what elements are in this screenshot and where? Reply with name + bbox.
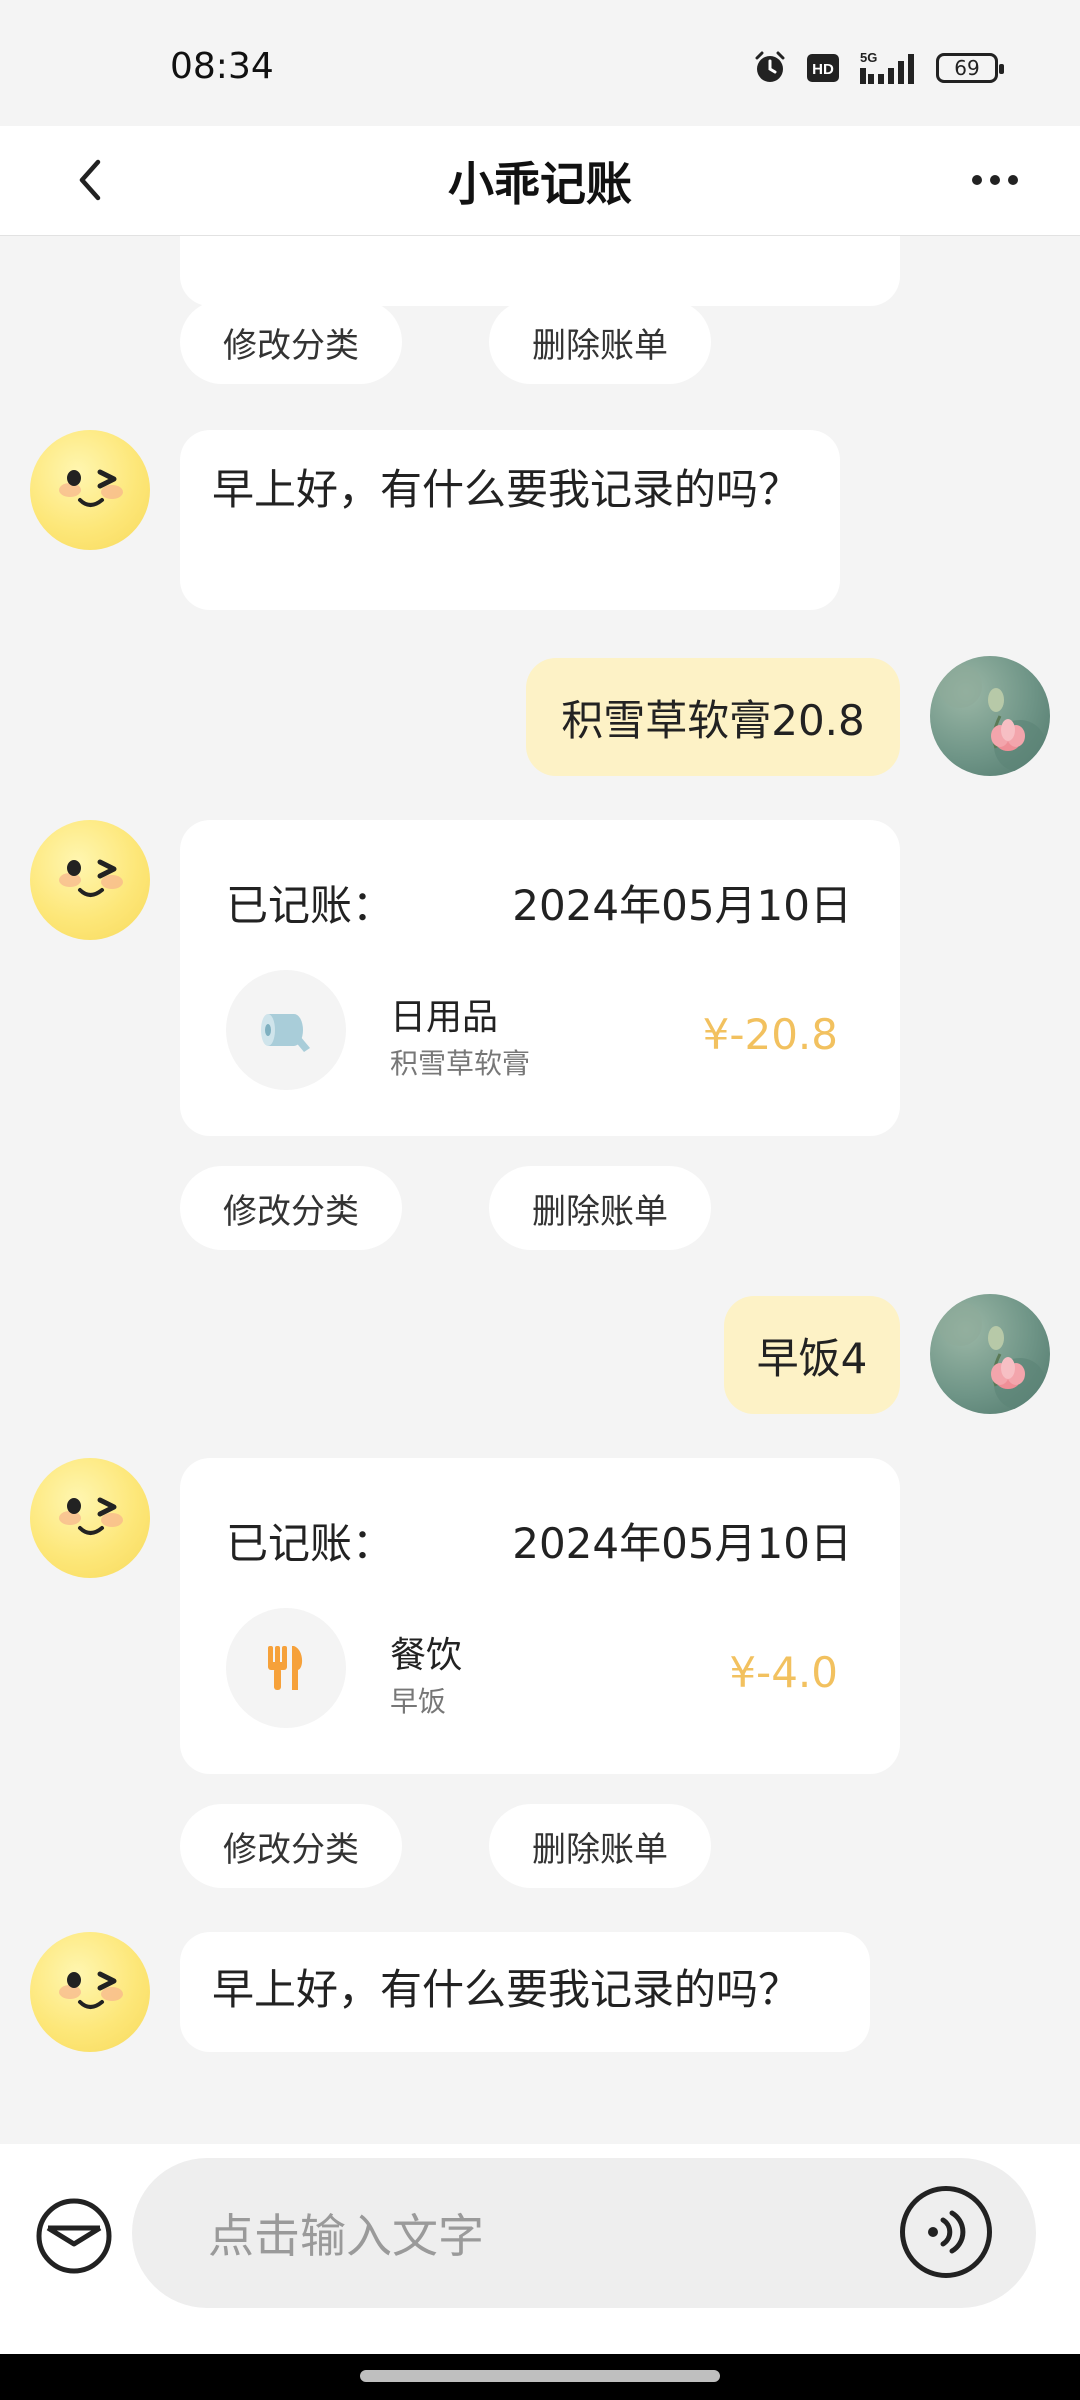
wink-face-icon [59, 1497, 123, 1535]
edit-category-button[interactable]: 修改分类 [180, 300, 402, 384]
user-message: 积雪草软膏20.8 [526, 658, 900, 776]
category-note: 早饭 [390, 1685, 447, 1718]
voice-input-button[interactable] [900, 2186, 992, 2278]
bot-message-greeting: 早上好，有什么要我记录的吗？ [180, 430, 840, 610]
status-time: 08:34 [170, 46, 274, 87]
category-icon-wrap [226, 1608, 346, 1728]
user-avatar[interactable] [930, 656, 1050, 776]
top-app-bar: 小乖记账 [0, 126, 1080, 236]
bot-avatar[interactable] [30, 430, 150, 550]
category-note: 积雪草软膏 [390, 1047, 531, 1080]
chat-screen: 08:34 HD 5G 69 小乖记账 修改分类 删除账单 早上好，有什么要我记… [0, 0, 1080, 2400]
delete-bill-button[interactable]: 删除账单 [489, 1166, 711, 1250]
bot-avatar[interactable] [30, 1932, 150, 2052]
bot-message-greeting: 早上好，有什么要我记录的吗？ [180, 1932, 870, 2052]
lotus-photo-icon [938, 664, 1046, 772]
more-options-button[interactable] [960, 150, 1030, 210]
battery-indicator: 69 [936, 53, 1004, 83]
user-message: 早饭4 [724, 1296, 900, 1414]
home-indicator[interactable] [360, 2370, 720, 2382]
record-card: 已记账： 2024年05月10日 日用品 积雪草软膏 ¥-20.8 [180, 820, 900, 1136]
wink-face-icon [59, 1971, 123, 2009]
chat-list[interactable]: 修改分类 删除账单 早上好，有什么要我记录的吗？ 积雪草软膏20.8 已记账： … [0, 236, 1080, 2144]
page-title: 小乖记账 [448, 157, 632, 211]
status-bar: 08:34 HD 5G 69 [0, 0, 1080, 126]
record-label: 已记账： [226, 1519, 395, 1568]
hd-icon: HD [806, 53, 840, 83]
more-dot-icon [1008, 175, 1018, 185]
category-icon-wrap [226, 970, 346, 1090]
record-date: 2024年05月10日 [512, 881, 852, 930]
record-amount: ¥-4.0 [729, 1648, 838, 1697]
delete-bill-button[interactable]: 删除账单 [489, 1804, 711, 1888]
input-bar: 点击输入文字 [0, 2144, 1080, 2354]
svg-text:HD: HD [812, 61, 834, 78]
tissue-roll-icon [261, 1014, 310, 1052]
edit-category-button[interactable]: 修改分类 [180, 1804, 402, 1888]
record-amount: ¥-20.8 [702, 1010, 838, 1059]
bot-avatar[interactable] [30, 1458, 150, 1578]
fork-knife-icon [268, 1646, 303, 1690]
wink-face-icon [59, 859, 123, 897]
wink-face-icon [59, 469, 123, 507]
signal-5g-icon: 5G [858, 50, 918, 86]
record-date: 2024年05月10日 [512, 1519, 852, 1568]
voice-icon [928, 2210, 966, 2254]
wallet-button[interactable] [34, 2196, 114, 2276]
category-name: 日用品 [390, 997, 499, 1038]
record-label: 已记账： [226, 881, 395, 930]
user-avatar[interactable] [930, 1294, 1050, 1414]
category-name: 餐饮 [390, 1635, 463, 1676]
bot-avatar[interactable] [30, 820, 150, 940]
edit-category-button[interactable]: 修改分类 [180, 1166, 402, 1250]
wallet-icon [36, 2198, 112, 2274]
alarm-icon [752, 50, 788, 86]
record-card: 已记账： 2024年05月10日 餐饮 早饭 ¥-4.0 [180, 1458, 900, 1774]
svg-text:5G: 5G [860, 50, 877, 65]
record-card-partial [180, 236, 900, 306]
lotus-photo-icon [938, 1302, 1046, 1410]
system-nav-bar [0, 2354, 1080, 2400]
delete-bill-button[interactable]: 删除账单 [489, 300, 711, 384]
status-icons: HD 5G 69 [752, 50, 1004, 86]
more-dot-icon [972, 175, 982, 185]
more-dot-icon [990, 175, 1000, 185]
